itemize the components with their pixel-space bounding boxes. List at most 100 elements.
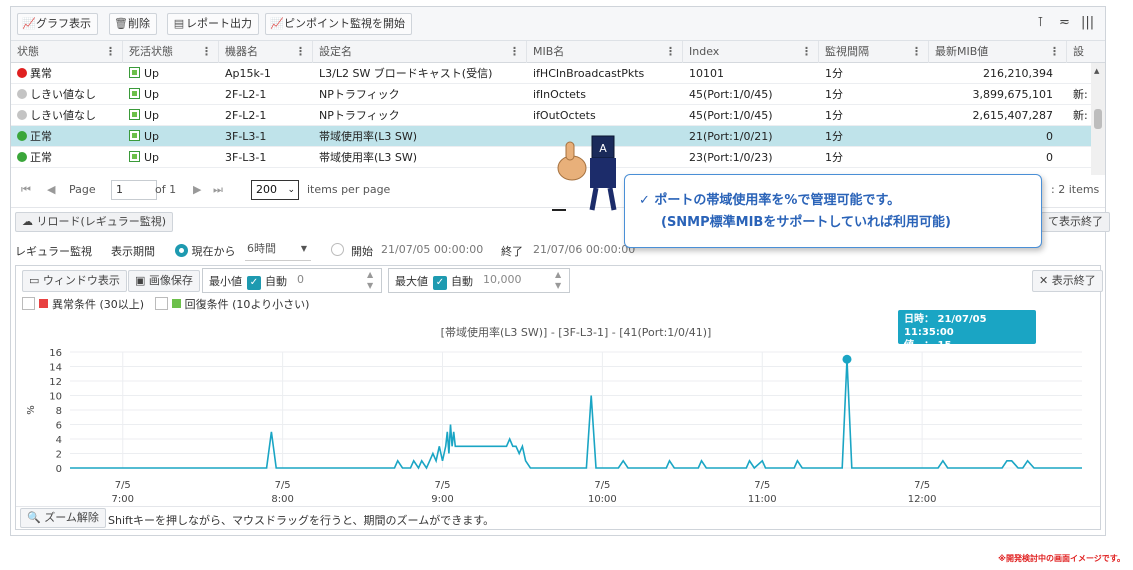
column-header[interactable]: MIB名 ⋮ <box>527 41 683 63</box>
first-page-icon[interactable]: ⏮ <box>21 183 31 197</box>
column-menu-icon[interactable]: ⋮ <box>295 41 306 63</box>
column-header[interactable]: 設 <box>1067 41 1105 63</box>
scroll-up-icon[interactable]: ▲ <box>1094 67 1099 75</box>
trash-icon: 🗑 <box>114 17 128 30</box>
legend: 異常条件 (30以上) 回復条件 (10より小さい) <box>22 296 309 312</box>
per-page-select[interactable]: 200 ⌄ <box>251 180 299 200</box>
column-menu-icon[interactable]: ⋮ <box>509 41 520 63</box>
column-header[interactable]: 監視間隔 ⋮ <box>819 41 929 63</box>
table-cell-setting: NPトラフィック <box>313 105 527 126</box>
legend-abnormal: 異常条件 (30以上) <box>52 298 145 311</box>
from-now-radio[interactable]: 現在から <box>175 243 236 259</box>
table-row[interactable]: 正常 Up 3F-L3-1 帯域使用率(L3 SW) 23(Port:1/0/23) 1分… <box>11 147 1091 168</box>
table-cell-value: 0 <box>929 126 1067 147</box>
end-label: 終了 <box>501 245 523 258</box>
cell-text: しきい値なし <box>30 109 96 122</box>
chart-icon: 📈 <box>22 17 36 30</box>
max-auto-checkbox[interactable]: ✓ <box>433 273 447 290</box>
columns-icon[interactable]: ||| <box>1081 15 1094 30</box>
zoom-reset-button[interactable]: 🔍 ズーム解除 <box>20 508 106 528</box>
end-display-button[interactable]: て表示終了 <box>1041 212 1110 232</box>
chevron-down-icon: ▼ <box>300 244 307 253</box>
table-row[interactable]: しきい値なし Up 2F-L2-1 NPトラフィック ifInOctets 45(Port… <box>11 84 1091 105</box>
alive-status-icon <box>129 151 140 162</box>
cell-text: 45(Port:1/0/45) <box>689 88 773 101</box>
column-header-label: 機器名 <box>225 45 258 58</box>
save-image-button[interactable]: ▣ 画像保存 <box>128 270 200 292</box>
column-header[interactable]: 状態 ⋮ <box>11 41 123 63</box>
start-value[interactable]: 21/07/05 00:00:00 <box>381 243 483 256</box>
column-header-label: 設定名 <box>319 45 352 58</box>
column-menu-icon[interactable]: ⋮ <box>201 41 212 63</box>
column-header[interactable]: 設定名 ⋮ <box>313 41 527 63</box>
cell-text: 帯域使用率(L3 SW) <box>319 130 418 143</box>
last-page-icon[interactable]: ⏭ <box>213 183 223 197</box>
window-button[interactable]: ▭ ウィンドウ表示 <box>22 270 127 292</box>
table-cell-device: 2F-L2-1 <box>219 84 313 105</box>
page-input[interactable]: 1 <box>111 180 157 200</box>
range-radio[interactable] <box>331 243 344 257</box>
tooltip-datetime: 日時： 21/07/05 11:35:00 <box>904 314 987 338</box>
column-header[interactable]: Index ⋮ <box>683 41 819 63</box>
close-graph-button[interactable]: ✕ 表示終了 <box>1032 270 1103 292</box>
end-value[interactable]: 21/07/06 00:00:00 <box>533 243 635 256</box>
table-row[interactable]: しきい値なし Up 2F-L2-1 NPトラフィック ifOutOctets 45(Por… <box>11 105 1091 126</box>
document-icon: ▤ <box>173 17 185 30</box>
y-tick-label: 0 <box>56 464 62 475</box>
column-menu-icon[interactable]: ⋮ <box>801 41 812 63</box>
column-header[interactable]: 死活状態 ⋮ <box>123 41 219 63</box>
next-page-icon[interactable]: ▶ <box>193 183 201 196</box>
y-axis-label: % <box>26 405 37 415</box>
min-value-input[interactable]: 0 <box>297 273 304 286</box>
x-tick-label: 7/5 <box>275 480 291 491</box>
cell-text: 2,615,407,287 <box>972 109 1053 122</box>
stepper-icon[interactable]: ▲ ▼ <box>367 269 373 291</box>
cell-text: 2F-L2-1 <box>225 109 267 122</box>
table-cell-alive: Up <box>123 63 219 84</box>
range-select[interactable]: 6時間 ▼ <box>245 239 311 261</box>
pinpoint-button[interactable]: 📈ピンポイント監視を開始 <box>265 13 412 35</box>
table-row[interactable]: 正常 Up 3F-L3-1 帯域使用率(L3 SW) 21(Port:1/0/21) 1分… <box>11 126 1091 147</box>
cell-text: Up <box>144 67 160 80</box>
cloud-icon: ☁ <box>22 215 33 228</box>
table-cell-device: 2F-L2-1 <box>219 105 313 126</box>
max-label: 最大値 <box>395 275 428 288</box>
y-tick-label: 8 <box>56 406 62 417</box>
cell-text: 1分 <box>825 130 843 143</box>
reload-button[interactable]: ☁ リロード(レギュラー監視) <box>15 212 174 232</box>
clear-filter-icon[interactable]: ≂ <box>1059 15 1070 30</box>
column-menu-icon[interactable]: ⋮ <box>665 41 676 63</box>
table-cell-setting: 帯域使用率(L3 SW) <box>313 126 527 147</box>
column-menu-icon[interactable]: ⋮ <box>105 41 116 63</box>
vertical-scrollbar[interactable]: ▲ ▼ <box>1091 63 1105 175</box>
cell-text: ifOutOctets <box>533 109 596 122</box>
cell-text: 1分 <box>825 88 843 101</box>
filter-icon[interactable]: ⊺ <box>1037 15 1044 30</box>
legend-checkbox[interactable] <box>22 297 35 310</box>
y-tick-label: 4 <box>56 435 62 446</box>
column-header[interactable]: 最新MIB値 ⋮ <box>929 41 1067 63</box>
min-auto-checkbox[interactable]: ✓ <box>247 273 261 290</box>
graph-button[interactable]: 📈グラフ表示 <box>17 13 98 35</box>
vertical-scroll-thumb[interactable] <box>1094 109 1102 129</box>
max-value-input[interactable]: 10,000 <box>483 273 522 286</box>
table-row[interactable]: 異常 Up Ap15k-1 L3/L2 SW ブロードキャスト(受信) ifHCInBr… <box>11 63 1091 84</box>
cell-text: 21(Port:1/0/21) <box>689 130 773 143</box>
table-cell-interval: 1分 <box>819 84 929 105</box>
column-header-label: 監視間隔 <box>825 45 869 58</box>
cell-text: Up <box>144 151 160 164</box>
legend-checkbox[interactable] <box>154 297 168 310</box>
delete-button[interactable]: 🗑削除 <box>109 13 157 35</box>
prev-page-icon[interactable]: ◀ <box>47 183 55 196</box>
column-menu-icon[interactable]: ⋮ <box>911 41 922 63</box>
table-cell-interval: 1分 <box>819 126 929 147</box>
x-tick-label: 7:00 <box>112 494 134 505</box>
column-menu-icon[interactable]: ⋮ <box>1049 41 1060 63</box>
column-header[interactable]: 機器名 ⋮ <box>219 41 313 63</box>
report-button[interactable]: ▤ レポート出力 <box>167 13 259 35</box>
table-cell-status: しきい値なし <box>11 105 123 126</box>
x-tick-label: 7/5 <box>434 480 450 491</box>
status-dot-icon <box>17 89 27 99</box>
svg-text:A: A <box>599 142 607 155</box>
stepper-icon[interactable]: ▲ ▼ <box>555 269 561 291</box>
